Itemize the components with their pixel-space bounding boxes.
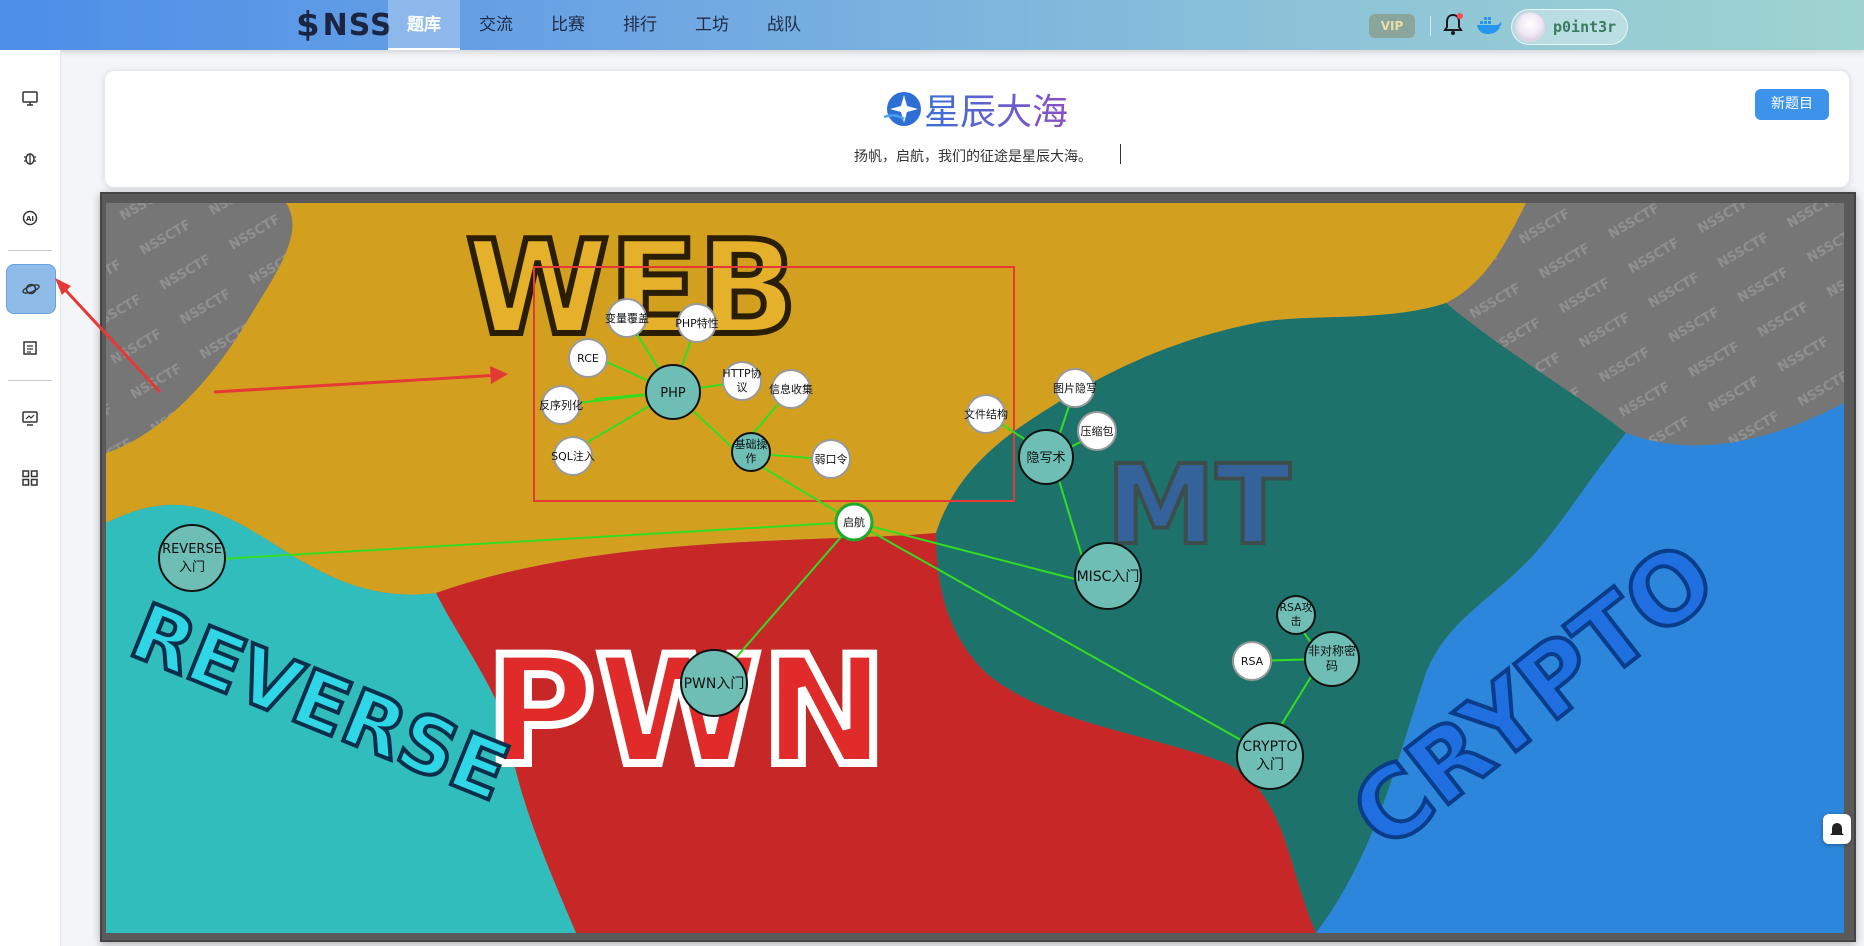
- chat-icon[interactable]: [1823, 814, 1851, 844]
- annotation-arrows: [55, 278, 508, 394]
